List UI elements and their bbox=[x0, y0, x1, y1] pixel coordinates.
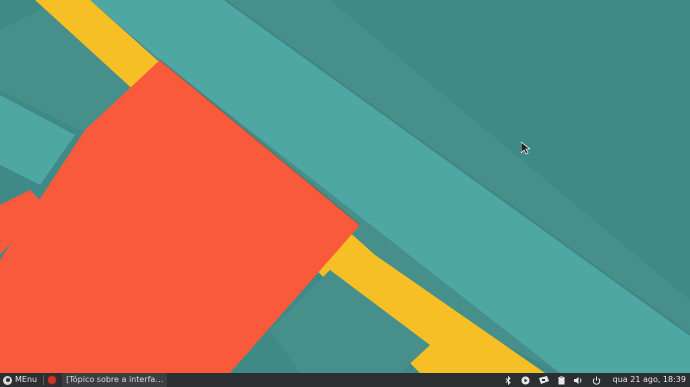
taskbar: MEnu [Tópico sobre a interfa… qua 21 ago… bbox=[0, 373, 690, 387]
mouse-pointer-icon bbox=[521, 142, 530, 155]
taskbar-window-button[interactable]: [Tópico sobre a interfa… bbox=[62, 373, 168, 387]
desktop[interactable] bbox=[0, 0, 690, 373]
power-icon[interactable] bbox=[592, 376, 601, 385]
clipboard-icon[interactable] bbox=[558, 375, 565, 385]
menu-label: MEnu bbox=[15, 375, 38, 384]
taskbar-separator bbox=[43, 375, 45, 385]
system-tray: qua 21 ago, 18:39 bbox=[505, 373, 690, 387]
wallpaper bbox=[0, 0, 690, 373]
clock[interactable]: qua 21 ago, 18:39 bbox=[610, 373, 686, 387]
bluetooth-icon[interactable] bbox=[505, 375, 512, 385]
window-title: [Tópico sobre a interfa… bbox=[66, 375, 164, 384]
menu-icon bbox=[3, 375, 12, 385]
menu-button[interactable]: MEnu bbox=[0, 373, 40, 387]
media-player-icon[interactable] bbox=[521, 376, 530, 385]
app-launcher-icon[interactable] bbox=[47, 375, 58, 385]
volume-icon[interactable] bbox=[573, 376, 583, 385]
network-icon[interactable] bbox=[538, 375, 549, 385]
